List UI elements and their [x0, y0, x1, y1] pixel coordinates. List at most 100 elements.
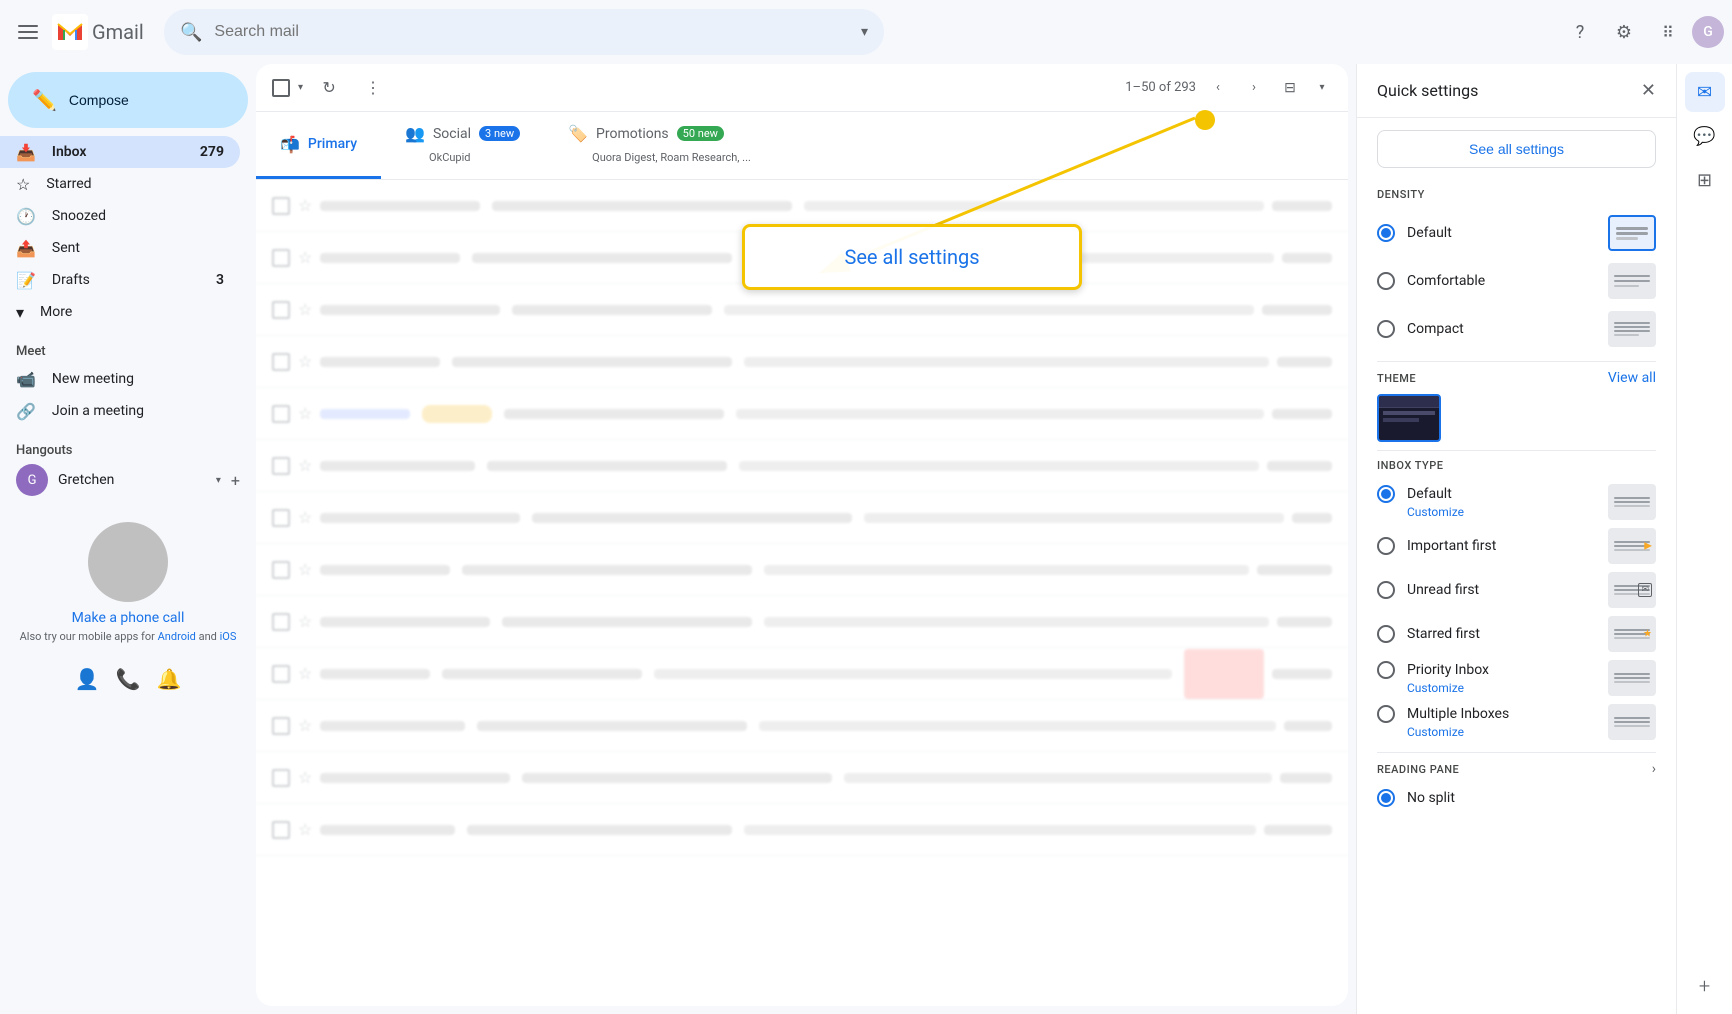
select-checkbox[interactable] [272, 79, 290, 97]
bell-icon[interactable]: 🔔 [156, 667, 181, 691]
ios-link[interactable]: iOS [220, 630, 237, 643]
density-compact-label: Compact [1407, 321, 1464, 337]
hangout-user-item[interactable]: G Gretchen ▾ + [0, 462, 256, 498]
inbox-priority-option[interactable]: Priority Inbox [1377, 661, 1608, 679]
inbox-type-unread-row: Unread first ✉ [1377, 568, 1656, 612]
reading-pane-no-split-radio[interactable] [1377, 789, 1395, 807]
settings-button[interactable]: ⚙ [1604, 12, 1644, 52]
density-comfortable-label: Comfortable [1407, 273, 1485, 289]
inbox-unread-option[interactable]: Unread first [1377, 581, 1479, 599]
density-compact-preview [1608, 311, 1656, 347]
inbox-default-customize[interactable]: Customize [1377, 505, 1608, 519]
right-panel-add-button[interactable]: + [1685, 966, 1725, 1006]
tab-social[interactable]: 👥 Social 3 new OkCupid [381, 112, 544, 179]
phone-call-link[interactable]: Make a phone call [72, 610, 185, 626]
email-row[interactable]: ☆ [256, 596, 1348, 648]
see-all-settings-button[interactable]: See all settings [1377, 130, 1656, 168]
hangout-avatar: G [16, 464, 48, 496]
right-tab-mail[interactable]: ✉ [1685, 72, 1725, 112]
inbox-starred-label: Starred first [1407, 626, 1480, 642]
email-row[interactable]: ☆ [256, 648, 1348, 700]
density-default-option[interactable]: Default [1377, 224, 1452, 242]
tab-primary[interactable]: 📬 Primary [256, 112, 381, 179]
call-icon[interactable]: 📞 [116, 667, 141, 691]
theme-preview-tile[interactable] [1377, 394, 1441, 442]
inbox-starred-option[interactable]: Starred first [1377, 625, 1480, 643]
select-dropdown[interactable]: ▾ [298, 82, 303, 93]
spaces-tab-icon: ⊞ [1697, 170, 1712, 191]
tab-promotions-label: Promotions [596, 126, 669, 142]
android-link[interactable]: Android [158, 630, 196, 643]
view-all-themes-link[interactable]: View all [1608, 370, 1656, 386]
avatar[interactable]: G [1692, 16, 1724, 48]
search-input[interactable] [214, 23, 849, 41]
sidebar-item-starred[interactable]: ☆ Starred [0, 168, 240, 200]
right-tab-chat[interactable]: 💬 [1685, 116, 1725, 156]
more-icon: ▾ [16, 303, 24, 322]
inbox-multiple-option[interactable]: Multiple Inboxes [1377, 705, 1608, 723]
next-page-icon: › [1252, 80, 1256, 95]
search-bar[interactable]: 🔍 ▾ [164, 9, 884, 55]
compose-button[interactable]: ✏️ Compose [8, 72, 248, 128]
qs-close-button[interactable]: ✕ [1641, 80, 1656, 101]
email-row[interactable]: ☆ [256, 388, 1348, 440]
inbox-starred-radio[interactable] [1377, 625, 1395, 643]
inbox-default-option[interactable]: Default [1377, 485, 1608, 503]
help-button[interactable]: ? [1560, 12, 1600, 52]
next-page-button[interactable]: › [1240, 74, 1268, 102]
layout-options-button[interactable]: ▾ [1312, 74, 1332, 102]
refresh-button[interactable]: ↻ [311, 70, 347, 106]
tab-promotions[interactable]: 🏷️ Promotions 50 new Quora Digest, Roam … [544, 112, 775, 179]
divider-3 [1377, 752, 1656, 753]
more-options-icon: ⋮ [365, 78, 381, 97]
email-row[interactable]: ☆ [256, 544, 1348, 596]
density-compact-option[interactable]: Compact [1377, 320, 1464, 338]
sidebar-item-new-meeting[interactable]: 📹 New meeting [0, 363, 240, 395]
prev-page-button[interactable]: ‹ [1204, 74, 1232, 102]
sidebar-item-join-meeting[interactable]: 🔗 Join a meeting [0, 395, 240, 427]
inbox-priority-radio[interactable] [1377, 661, 1395, 679]
sidebar-item-more[interactable]: ▾ More [0, 296, 240, 328]
apps-button[interactable]: ⠿ [1648, 12, 1688, 52]
highlight-overlay[interactable]: See all settings [742, 224, 1082, 290]
sidebar-item-sent[interactable]: 📤 Sent [0, 232, 240, 264]
people-icon[interactable]: 👤 [75, 667, 100, 691]
inbox-default-radio[interactable] [1377, 485, 1395, 503]
sidebar-item-drafts[interactable]: 📝 Drafts 3 [0, 264, 240, 296]
filter-icon[interactable]: ▾ [861, 24, 868, 40]
inbox-multiple-customize[interactable]: Customize [1377, 725, 1608, 739]
layout-toggle-button[interactable]: ⊟ [1276, 74, 1304, 102]
sidebar-item-inbox[interactable]: 📥 Inbox 279 [0, 136, 240, 168]
inbox-default-label: Default [1407, 486, 1452, 502]
pagination-text: 1–50 of 293 [1125, 80, 1196, 95]
inbox-important-radio[interactable] [1377, 537, 1395, 555]
email-row[interactable]: ☆ [256, 492, 1348, 544]
inbox-unread-radio[interactable] [1377, 581, 1395, 599]
hangout-user-name: Gretchen [58, 472, 114, 488]
density-default-radio[interactable] [1377, 224, 1395, 242]
inbox-priority-customize[interactable]: Customize [1377, 681, 1608, 695]
sidebar-starred-label: Starred [46, 176, 224, 192]
inbox-important-option[interactable]: Important first [1377, 537, 1496, 555]
promotions-sub: Quora Digest, Roam Research, ... [568, 151, 751, 164]
right-tab-spaces[interactable]: ⊞ [1685, 160, 1725, 200]
density-comfortable-option[interactable]: Comfortable [1377, 272, 1485, 290]
email-row[interactable]: ☆ [256, 284, 1348, 336]
sidebar-item-snoozed[interactable]: 🕐 Snoozed [0, 200, 240, 232]
email-row[interactable]: ☆ [256, 336, 1348, 388]
density-comfortable-radio[interactable] [1377, 272, 1395, 290]
add-hangout-icon[interactable]: + [231, 471, 240, 490]
density-section: DENSITY Default [1377, 188, 1656, 353]
reading-pane-expand[interactable]: › [1652, 761, 1656, 777]
inbox-multiple-radio[interactable] [1377, 705, 1395, 723]
more-options-button[interactable]: ⋮ [355, 70, 391, 106]
inbox-important-preview: ▶ [1608, 528, 1656, 564]
email-row[interactable]: ☆ [256, 804, 1348, 856]
sidebar-sent-label: Sent [52, 240, 224, 256]
density-compact-radio[interactable] [1377, 320, 1395, 338]
density-default-label: Default [1407, 225, 1452, 241]
menu-icon[interactable] [8, 12, 48, 52]
email-row[interactable]: ☆ [256, 700, 1348, 752]
email-row[interactable]: ☆ [256, 752, 1348, 804]
email-row[interactable]: ☆ [256, 440, 1348, 492]
